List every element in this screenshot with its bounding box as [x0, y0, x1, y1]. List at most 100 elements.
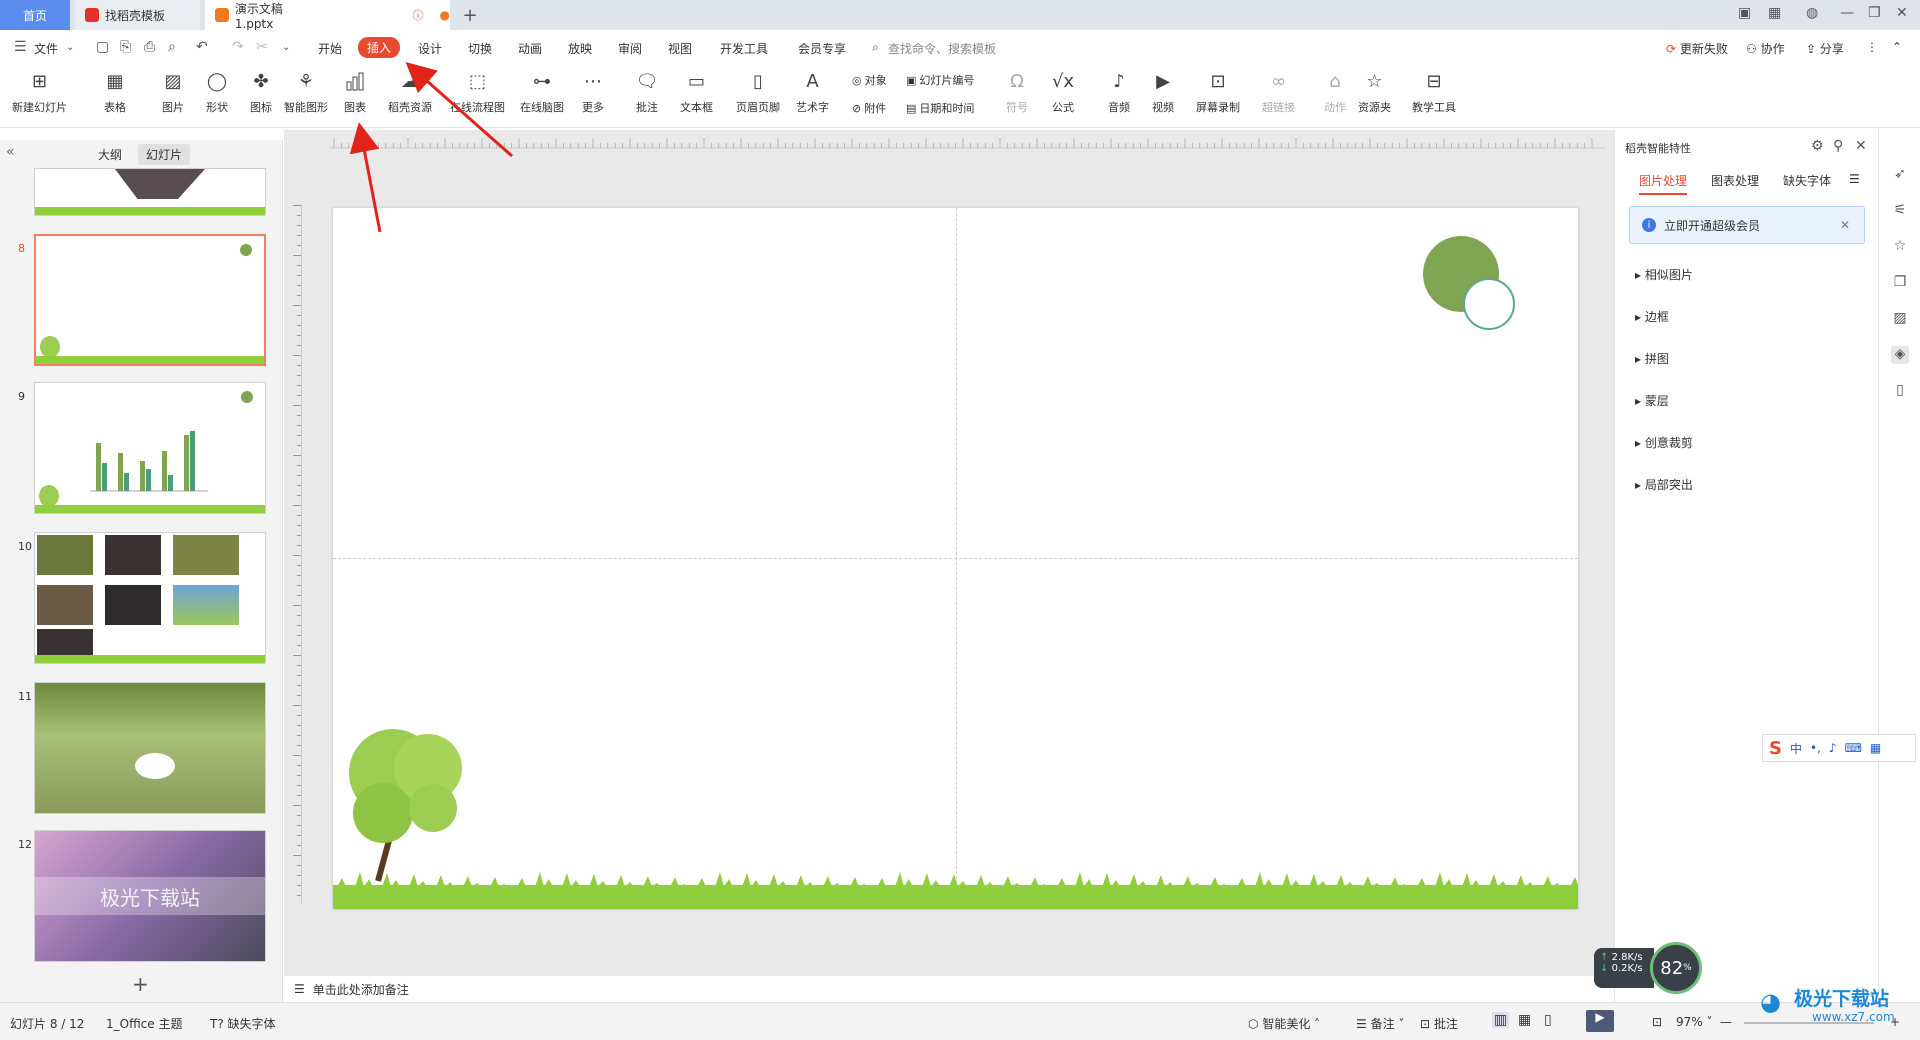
slide-thumbnail-8[interactable]: [34, 234, 266, 366]
docer-resource-button[interactable]: ☁ 稻壳资源: [388, 68, 432, 115]
pin-icon[interactable]: ⚲: [1833, 138, 1843, 154]
close-icon[interactable]: ✕: [1896, 5, 1908, 21]
formula-button[interactable]: √x 公式: [1050, 68, 1076, 115]
tab-document[interactable]: 演示文稿1.pptx ⓘ ●: [205, 0, 450, 31]
theme-name[interactable]: 1_Office 主题: [106, 1015, 182, 1032]
image-tool-icon[interactable]: ▨: [1891, 310, 1909, 328]
print-icon[interactable]: ⎙: [144, 39, 155, 55]
more-options-icon[interactable]: ⋮: [1866, 40, 1878, 54]
attachment-button[interactable]: ⊘ 附件: [852, 100, 886, 116]
menu-review[interactable]: 审阅: [618, 40, 642, 57]
feature-collage[interactable]: ▸ 拼图: [1635, 350, 1669, 367]
collaborate-button[interactable]: ⚇ 协作: [1746, 40, 1785, 57]
wordart-button[interactable]: A 艺术字: [796, 68, 829, 115]
add-slide-button[interactable]: +: [132, 972, 149, 996]
settings-icon[interactable]: ⚙: [1811, 138, 1824, 154]
notes-placeholder[interactable]: 单击此处添加备注: [313, 981, 409, 998]
avatar[interactable]: ◍: [1806, 5, 1818, 21]
menu-design[interactable]: 设计: [418, 40, 442, 57]
book-icon[interactable]: ▯: [1891, 382, 1909, 400]
grid-menu-icon[interactable]: ▦: [1870, 741, 1881, 755]
feature-mask[interactable]: ▸ 蒙层: [1635, 392, 1669, 409]
mindmap-button[interactable]: ⊶ 在线脑图: [520, 68, 564, 115]
zoom-out-icon[interactable]: —: [1720, 1015, 1732, 1029]
more-button[interactable]: ⋯ 更多: [580, 68, 606, 115]
resource-folder-button[interactable]: ☆ 资源夹: [1358, 68, 1391, 115]
menu-developer[interactable]: 开发工具: [720, 40, 768, 57]
hyperlink-button[interactable]: ∞ 超链接: [1262, 68, 1295, 115]
panel-title[interactable]: 稻壳智能特性: [1625, 140, 1691, 156]
customize-qa-icon[interactable]: ⌄: [282, 42, 290, 53]
slide-thumbnail-7[interactable]: [34, 168, 266, 216]
slide-sorter-icon[interactable]: ▦: [1518, 1012, 1531, 1028]
grid-icon[interactable]: ▦: [1768, 5, 1781, 21]
rocket-icon[interactable]: ➶: [1891, 166, 1909, 184]
header-footer-button[interactable]: ▯ 页眉页脚: [736, 68, 780, 115]
picture-button[interactable]: ▨ 图片: [160, 68, 186, 115]
restore-icon[interactable]: ❐: [1868, 5, 1881, 21]
slide-thumbnail-10[interactable]: [34, 532, 266, 664]
object-button[interactable]: ◎ 对象: [852, 72, 887, 88]
menu-insert[interactable]: 插入: [358, 37, 401, 58]
slide-thumbnail-9[interactable]: [34, 382, 266, 514]
close-panel-icon[interactable]: ✕: [1855, 138, 1867, 154]
update-status[interactable]: ⟳ 更新失败: [1666, 40, 1728, 57]
command-search-input[interactable]: 查找命令、搜索模板: [888, 40, 996, 57]
smart-icon[interactable]: ◈: [1891, 346, 1909, 364]
slide-canvas[interactable]: [333, 208, 1578, 909]
redo-icon[interactable]: ↷: [232, 39, 244, 55]
menu-member[interactable]: 会员专享: [798, 40, 846, 57]
chevron-down-icon[interactable]: ⌄: [66, 42, 74, 53]
feature-creative-crop[interactable]: ▸ 创意裁剪: [1635, 434, 1693, 451]
new-slide-button[interactable]: ⊞ 新建幻灯片: [12, 68, 67, 115]
close-banner-icon[interactable]: ✕: [1840, 218, 1850, 232]
undo-icon[interactable]: ↶: [196, 39, 208, 55]
feature-border[interactable]: ▸ 边框: [1635, 308, 1669, 325]
star-icon[interactable]: ☆: [1891, 238, 1909, 256]
collapse-ribbon-icon[interactable]: ⌃: [1892, 40, 1902, 54]
flowchart-button[interactable]: ⬚ 在线流程图: [450, 68, 505, 115]
slide-thumbnail-12[interactable]: 极光下载站: [34, 830, 266, 962]
adjust-icon[interactable]: ⚟: [1891, 202, 1909, 220]
minimize-icon[interactable]: —: [1840, 5, 1854, 21]
audio-button[interactable]: ♪ 音频: [1106, 68, 1132, 115]
save-icon[interactable]: ▢: [96, 39, 109, 55]
comment-button[interactable]: 🗨 批注: [634, 68, 660, 115]
tab-missing-font[interactable]: 缺失字体: [1783, 172, 1831, 189]
missing-font-status[interactable]: T? 缺失字体: [210, 1015, 276, 1032]
tree-image[interactable]: [333, 713, 493, 883]
tab-chart-processing[interactable]: 图表处理: [1711, 172, 1759, 189]
tab-template[interactable]: 找稻壳模板: [75, 0, 200, 30]
table-button[interactable]: ▦ 表格: [102, 68, 128, 115]
menu-transition[interactable]: 切换: [468, 40, 492, 57]
menu-animation[interactable]: 动画: [518, 40, 542, 57]
vip-banner[interactable]: i 立即开通超级会员 ✕: [1629, 206, 1865, 244]
feature-similar-images[interactable]: ▸ 相似图片: [1635, 266, 1693, 283]
hamburger-icon[interactable]: ☰: [14, 39, 27, 55]
feature-highlight[interactable]: ▸ 局部突出: [1635, 476, 1693, 493]
play-slideshow-button[interactable]: ▶: [1586, 1010, 1614, 1032]
share-button[interactable]: ⇪ 分享: [1806, 40, 1844, 57]
smart-beautify-button[interactable]: ⬡ 智能美化 ˄: [1248, 1015, 1320, 1032]
menu-file[interactable]: 文件: [34, 40, 58, 57]
icons-button[interactable]: ✤ 图标: [248, 68, 274, 115]
preview-icon[interactable]: ⌕: [168, 39, 176, 55]
notes-bar[interactable]: ☰ 单击此处添加备注: [284, 976, 1614, 1002]
ime-toolbar[interactable]: S 中 •, ♪ ⌨ ▦: [1762, 734, 1916, 762]
outline-circle-shape[interactable]: [1463, 278, 1515, 330]
tab-outline[interactable]: 大纲: [90, 144, 130, 165]
teaching-tools-button[interactable]: ⊟ 教学工具: [1412, 68, 1456, 115]
screen-record-button[interactable]: ⊡ 屏幕录制: [1196, 68, 1240, 115]
chart-button[interactable]: 图表: [342, 68, 368, 115]
new-tab-button[interactable]: +: [460, 0, 480, 30]
collapse-panel-icon[interactable]: «: [6, 144, 15, 160]
tab-home[interactable]: 首页: [0, 0, 70, 30]
slide-number-button[interactable]: ▣ 幻灯片编号: [906, 72, 974, 88]
keyboard-icon[interactable]: ⌨: [1845, 741, 1862, 755]
shape-button[interactable]: ◯ 形状: [204, 68, 230, 115]
tab-image-processing[interactable]: 图片处理: [1639, 172, 1688, 195]
video-button[interactable]: ▶ 视频: [1150, 68, 1176, 115]
menu-icon[interactable]: ☰: [1849, 172, 1860, 186]
export-icon[interactable]: ⎘: [120, 39, 131, 55]
mic-icon[interactable]: ♪: [1829, 741, 1837, 755]
